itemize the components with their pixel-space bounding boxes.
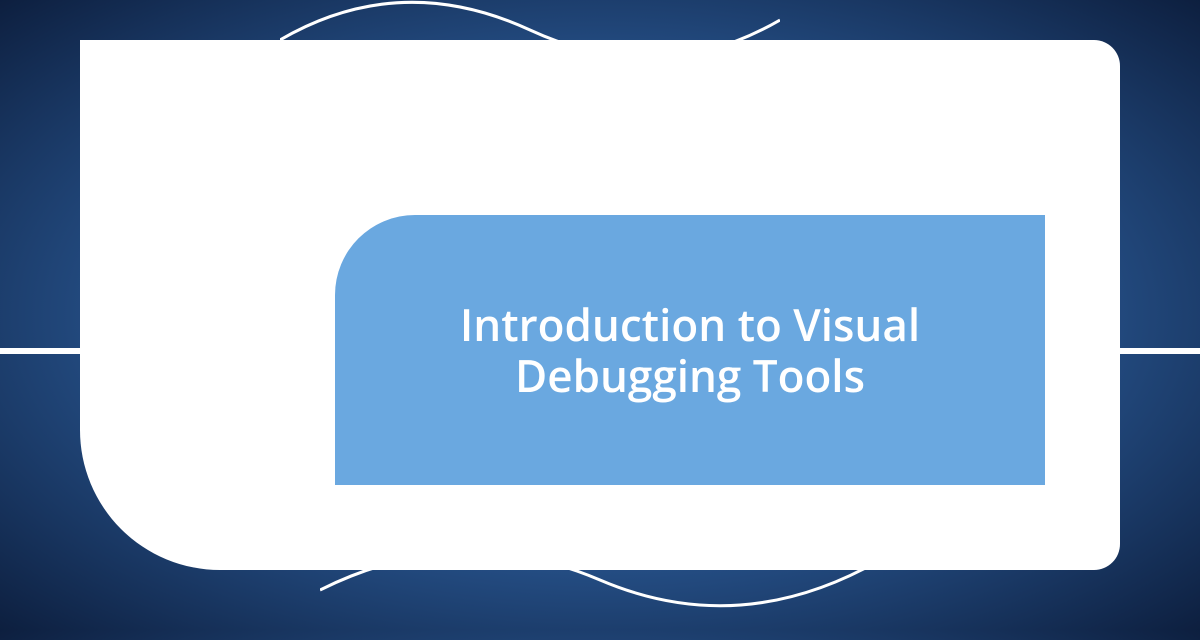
outer-white-frame: Introduction to Visual Debugging Tools bbox=[80, 40, 1120, 570]
page-title: Introduction to Visual Debugging Tools bbox=[460, 299, 920, 400]
inner-title-panel: Introduction to Visual Debugging Tools bbox=[335, 215, 1045, 485]
title-line-2: Debugging Tools bbox=[515, 345, 865, 405]
